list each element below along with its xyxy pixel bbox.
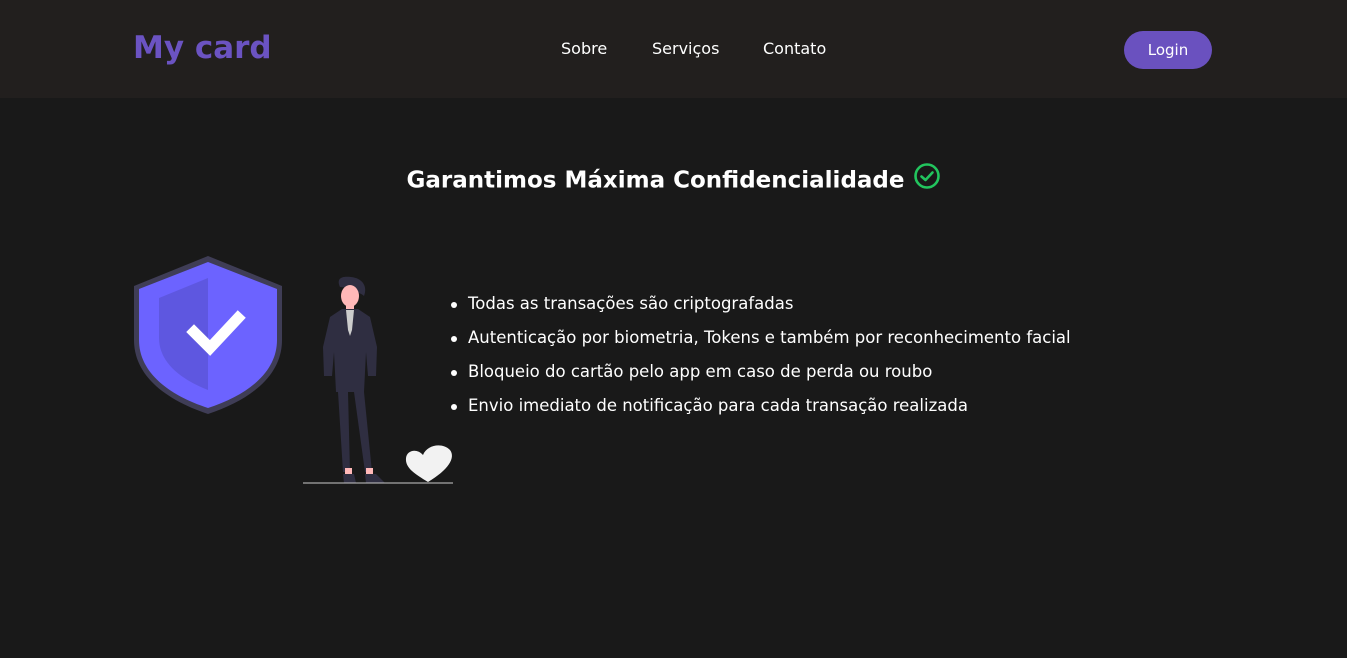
- feature-list: Todas as transações são criptografadas A…: [451, 287, 1071, 423]
- section-title-text: Garantimos Máxima Confidencialidade: [406, 167, 905, 194]
- heart-icon: [405, 445, 452, 482]
- list-item: Bloqueio do cartão pelo app em caso de p…: [451, 355, 1071, 389]
- login-button[interactable]: Login: [1124, 31, 1212, 69]
- nav-link-sobre[interactable]: Sobre: [561, 39, 607, 58]
- nav-link-contato[interactable]: Contato: [763, 39, 826, 58]
- check-circle-icon: [913, 162, 941, 196]
- list-item: Todas as transações são criptografadas: [451, 287, 1071, 321]
- shield-icon: [134, 256, 282, 414]
- bullet-icon: [451, 336, 457, 342]
- bullet-icon: [451, 404, 457, 410]
- list-item: Envio imediato de notificação para cada …: [451, 389, 1071, 423]
- security-illustration: [130, 252, 460, 492]
- nav-link-servicos[interactable]: Serviços: [652, 39, 719, 58]
- top-navbar: My card Sobre Serviços Contato Login: [0, 0, 1347, 98]
- bullet-icon: [451, 370, 457, 376]
- feature-text: Autenticação por biometria, Tokens e tam…: [468, 328, 1071, 347]
- feature-text: Todas as transações são criptografadas: [468, 294, 794, 313]
- person-figure: [323, 276, 385, 483]
- list-item: Autenticação por biometria, Tokens e tam…: [451, 321, 1071, 355]
- section-title: Garantimos Máxima Confidencialidade: [0, 163, 1347, 196]
- feature-text: Bloqueio do cartão pelo app em caso de p…: [468, 362, 933, 381]
- feature-text: Envio imediato de notificação para cada …: [468, 396, 968, 415]
- bullet-icon: [451, 302, 457, 308]
